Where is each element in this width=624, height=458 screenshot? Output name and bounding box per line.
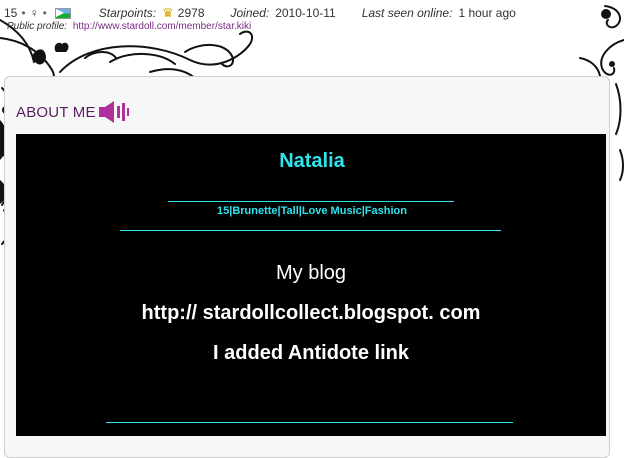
separator: •: [21, 6, 26, 20]
blog-url: http:// stardollcollect.blogspot. com: [141, 302, 481, 324]
speaker-icon[interactable]: [98, 100, 130, 124]
crown-icon: ♛: [162, 5, 174, 20]
country-flag-icon: [54, 7, 71, 19]
divider-line: [106, 422, 513, 423]
profile-info-bar: 15 • ♀ • Starpoints: ♛ 2978 Joined: 2010…: [4, 5, 516, 21]
profile-name: Natalia: [279, 150, 345, 172]
public-profile-row: Public profile: http://www.stardoll.com/…: [7, 21, 251, 32]
separator: •: [42, 6, 47, 20]
last-seen-value: 1 hour ago: [458, 6, 516, 20]
added-link-note: I added Antidote link: [213, 342, 409, 364]
joined-value: 2010-10-11: [275, 6, 336, 20]
about-me-title: ABOUT ME: [16, 104, 96, 121]
about-me-content: [16, 134, 606, 436]
profile-tags: 15|Brunette|Tall|Love Music|Fashion: [217, 205, 407, 217]
starpoints-label: Starpoints:: [98, 6, 157, 20]
divider-line: [120, 230, 501, 231]
level-value: 15: [4, 6, 18, 20]
public-profile-label: Public profile:: [7, 21, 68, 32]
joined-label: Joined:: [230, 6, 270, 20]
starpoints-value: 2978: [177, 6, 205, 20]
public-profile-link[interactable]: http://www.stardoll.com/member/star.kiki: [73, 21, 251, 32]
last-seen-label: Last seen online:: [361, 6, 453, 20]
gender-icon: ♀: [29, 6, 39, 20]
divider-line: [168, 201, 454, 202]
blog-heading: My blog: [275, 262, 347, 284]
